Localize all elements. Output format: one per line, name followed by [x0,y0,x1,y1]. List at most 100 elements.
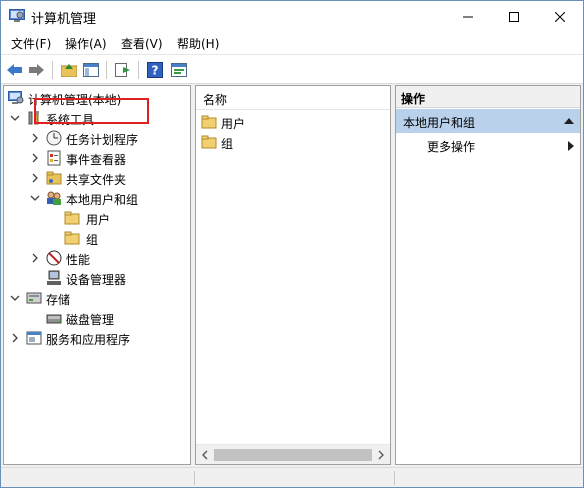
close-button[interactable] [537,1,583,32]
chevron-down-icon [10,115,20,121]
device-manager-icon [47,270,61,285]
tree-node-groups[interactable]: 组 [4,228,190,248]
properties-button[interactable] [169,60,189,80]
export-list-button[interactable] [113,60,133,80]
actions-header-label: 操作 [401,92,426,106]
menu-file[interactable]: 文件(F) [11,35,51,52]
more-actions-label: 更多操作 [427,140,476,154]
tree-label-groups: 组 [86,233,99,247]
tree-label-event-viewer: 事件查看器 [66,153,127,167]
status-bar [1,467,583,487]
folder-icon [201,115,217,129]
tree-node-storage[interactable]: 存储 [4,288,190,308]
status-divider [394,471,395,485]
list-item-label: 用户 [221,117,246,131]
actions-section-local-users-groups[interactable]: 本地用户和组 [396,109,580,133]
tree-node-shared-folders[interactable]: 共享文件夹 [4,168,190,188]
column-header-name[interactable]: 名称 [196,86,390,110]
window-title: 计算机管理 [31,12,97,27]
forward-arrow-icon [29,64,44,76]
help-button[interactable]: ? [145,60,165,80]
computer-management-window: 计算机管理 文件(F) 操作(A) 查看(V) 帮助(H) ? 计算机管理(本地… [0,0,584,488]
tree-expand-arrow[interactable] [10,333,20,343]
tree-node-users[interactable]: 用户 [4,208,190,228]
horizontal-scrollbar[interactable] [196,444,390,464]
highlight-box [34,98,149,124]
services-icon [26,331,42,345]
event-viewer-icon [47,150,61,166]
folder-icon [64,211,80,225]
chevron-right-icon [32,153,38,163]
menu-view[interactable]: 查看(V) [121,35,163,52]
back-arrow-icon [7,64,22,76]
tree-node-performance[interactable]: 性能 [4,248,190,268]
minimize-button[interactable] [445,1,491,32]
tree-node-event-viewer[interactable]: 事件查看器 [4,148,190,168]
scroll-thumb[interactable] [214,449,372,461]
maximize-button[interactable] [491,1,537,32]
toolbar: ? [1,54,583,84]
maximize-icon [509,11,519,22]
submenu-arrow-icon [568,141,574,151]
tree-node-disk-management[interactable]: 磁盘管理 [4,308,190,328]
list-item-groups[interactable]: 组 [196,132,390,152]
chevron-down-icon [10,295,20,301]
forward-button[interactable] [27,60,47,80]
up-folder-icon [61,64,77,77]
up-level-button[interactable] [59,60,79,80]
folder-icon [64,231,80,245]
menu-action[interactable]: 操作(A) [65,35,107,52]
menu-help[interactable]: 帮助(H) [177,35,219,52]
close-icon [555,11,565,22]
list-item-users[interactable]: 用户 [196,112,390,132]
users-group-icon [47,191,61,205]
collapse-up-icon [564,118,574,124]
title-bar[interactable]: 计算机管理 [1,1,583,32]
more-actions-item[interactable]: 更多操作 [427,138,475,155]
actions-section-label: 本地用户和组 [403,116,476,130]
tree-label-performance: 性能 [66,253,91,267]
folder-icon [201,135,217,149]
tree-expand-arrow[interactable] [30,253,40,263]
actions-header: 操作 [396,86,580,108]
toolbar-separator [52,61,53,79]
clock-icon [46,130,62,146]
chevron-right-icon [32,173,38,183]
tree-label-device-manager: 设备管理器 [66,273,127,287]
back-button[interactable] [5,60,25,80]
tree-expand-arrow[interactable] [30,153,40,163]
show-tree-icon [83,63,99,77]
scroll-right-button[interactable] [376,449,386,461]
chevron-right-icon [32,253,38,263]
tree-label-local-users-groups: 本地用户和组 [66,193,139,207]
disk-management-icon [46,314,62,324]
chevron-right-icon [12,333,18,343]
scroll-left-icon [202,450,208,460]
column-header-label: 名称 [203,93,228,107]
tree-label-services-apps: 服务和应用程序 [46,333,131,347]
tree-label-storage: 存储 [46,293,71,307]
tree-node-local-users-groups[interactable]: 本地用户和组 [4,188,190,208]
tree-label-users: 用户 [86,213,111,227]
chevron-right-icon [32,133,38,143]
tree-collapse-arrow[interactable] [30,193,40,203]
menu-bar: 文件(F) 操作(A) 查看(V) 帮助(H) [1,32,583,54]
scroll-right-icon [378,450,384,460]
tree-collapse-arrow[interactable] [10,293,20,303]
export-list-icon [115,63,130,77]
results-list-pane[interactable]: 名称 用户 组 [195,85,391,465]
actions-pane: 操作 本地用户和组 更多操作 [395,85,581,465]
tree-expand-arrow[interactable] [30,173,40,183]
console-tree-pane[interactable]: 计算机管理(本地) 系统工具 任务计划程序 事件查看器 共享文件夹 本地用户和组… [3,85,191,465]
tree-expand-arrow[interactable] [30,133,40,143]
tree-collapse-arrow[interactable] [10,113,20,123]
tree-node-task-scheduler[interactable]: 任务计划程序 [4,128,190,148]
computer-management-icon [8,91,24,104]
tree-node-device-manager[interactable]: 设备管理器 [4,268,190,288]
scroll-left-button[interactable] [200,449,210,461]
show-hide-tree-button[interactable] [81,60,101,80]
list-item-label: 组 [221,137,234,151]
svg-text:?: ? [152,64,159,78]
help-icon: ? [147,62,163,78]
tree-node-services-apps[interactable]: 服务和应用程序 [4,328,190,348]
